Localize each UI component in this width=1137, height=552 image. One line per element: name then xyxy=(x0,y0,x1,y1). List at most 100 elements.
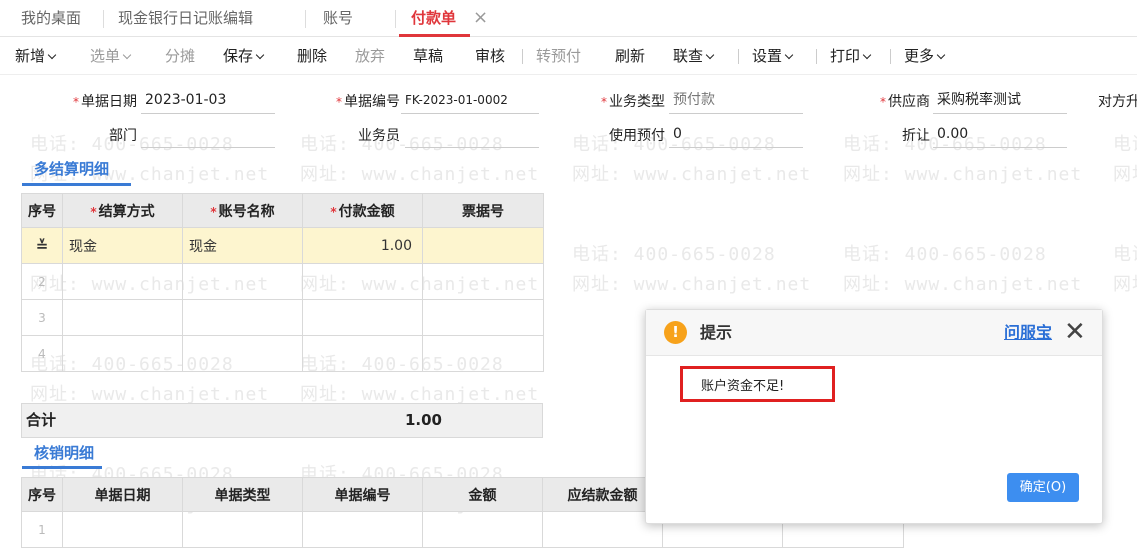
abandon-button[interactable]: 放弃 xyxy=(355,37,385,75)
close-icon[interactable]: ✕ xyxy=(1064,316,1086,348)
toolbar-divider xyxy=(816,49,817,64)
tab-payment-voucher-label: 付款单 xyxy=(411,9,457,27)
section-tab-indicator xyxy=(22,183,131,186)
method-cell[interactable] xyxy=(62,263,183,300)
more-label: 更多 xyxy=(904,47,935,65)
chevron-down-icon xyxy=(705,50,715,60)
watermark-site-edge: 网址: xyxy=(1113,164,1137,185)
discount-field[interactable]: 0.00 xyxy=(933,122,1067,148)
tab-desktop[interactable]: 我的桌面 xyxy=(21,0,81,37)
method-cell[interactable] xyxy=(62,335,183,372)
save-label: 保存 xyxy=(223,47,254,65)
watermark-site-edge: 网址: xyxy=(1113,274,1137,295)
draft-button[interactable]: 草稿 xyxy=(413,37,443,75)
allocate-button[interactable]: 分摊 xyxy=(165,37,195,75)
row-index: 2 xyxy=(21,263,63,300)
settlement-total-row: 合计 1.00 xyxy=(21,403,543,438)
ticket-cell[interactable] xyxy=(422,227,544,264)
add-label: 新增 xyxy=(15,47,46,65)
watermark-site: 网址: www.chanjet.net xyxy=(300,164,540,185)
use-prepay-field[interactable]: 0 xyxy=(669,122,803,148)
dept-label: 部门 xyxy=(109,128,137,144)
dialog-message: 账户资金不足! xyxy=(701,379,785,394)
print-button[interactable]: 打印 xyxy=(830,37,872,75)
dept-field[interactable] xyxy=(141,122,275,148)
watermark-phone-edge: 电话: xyxy=(1113,134,1137,155)
doc-type-cell[interactable] xyxy=(182,511,303,548)
to-prepay-button[interactable]: 转预付 xyxy=(536,37,581,75)
table-row[interactable]: 3 xyxy=(21,299,544,336)
doc-no-cell[interactable] xyxy=(302,511,423,548)
table-row[interactable]: ≚ 现金 现金 1.00 xyxy=(21,227,544,264)
supplier-field[interactable]: 采购税率测试 xyxy=(933,88,1067,114)
toolbar: 新增 选单 分摊 保存 删除 放弃 草稿 审核 转预付 刷新 联查 设置 打印 … xyxy=(0,37,1137,75)
link-query-button[interactable]: 联查 xyxy=(673,37,715,75)
doc-date-field[interactable]: 2023-01-03 xyxy=(141,88,275,114)
col-header-amount: 金额 xyxy=(422,477,543,512)
select-doc-label: 选单 xyxy=(90,47,121,65)
settlement-section-title[interactable]: 多结算明细 xyxy=(34,158,109,179)
biz-type-field[interactable]: 预付款 xyxy=(669,88,803,114)
toolbar-divider xyxy=(522,49,523,64)
settings-button[interactable]: 设置 xyxy=(752,37,794,75)
ticket-cell[interactable] xyxy=(422,263,544,300)
total-value: 1.00 xyxy=(404,411,442,429)
account-cell[interactable] xyxy=(182,263,303,300)
add-button[interactable]: 新增 xyxy=(15,37,57,75)
warning-icon: ! xyxy=(664,321,687,344)
help-link[interactable]: 问服宝 xyxy=(1004,310,1052,356)
tab-divider xyxy=(103,10,104,28)
message-highlight: 账户资金不足! xyxy=(680,366,835,402)
method-cell[interactable] xyxy=(62,299,183,336)
amount-cell[interactable] xyxy=(422,511,543,548)
section-tab-indicator xyxy=(22,466,102,469)
chevron-down-icon xyxy=(784,50,794,60)
doc-no-field[interactable]: FK-2023-01-0002 xyxy=(401,88,539,114)
refresh-button[interactable]: 刷新 xyxy=(615,37,645,75)
staff-field[interactable] xyxy=(405,122,539,148)
tab-cash-bank-journal[interactable]: 现金银行日记账编辑 xyxy=(118,0,253,37)
watermark-phone-edge: 电话: xyxy=(1113,244,1137,265)
audit-button[interactable]: 审核 xyxy=(475,37,505,75)
row-op-cell[interactable]: ≚ xyxy=(21,227,63,264)
account-cell[interactable]: 现金 xyxy=(182,227,303,264)
alert-dialog: ! 提示 问服宝 ✕ 账户资金不足! 确定(O) xyxy=(645,309,1103,524)
watermark-site: 网址: www.chanjet.net xyxy=(572,274,812,295)
method-cell[interactable]: 现金 xyxy=(62,227,183,264)
tab-account[interactable]: 账号 xyxy=(323,0,353,37)
watermark-site: 网址: www.chanjet.net xyxy=(572,164,812,185)
save-button[interactable]: 保存 xyxy=(223,37,265,75)
amount-cell[interactable] xyxy=(302,299,423,336)
writeoff-section-title[interactable]: 核销明细 xyxy=(34,442,94,463)
supplier-label: * 供应商 xyxy=(880,94,930,110)
account-cell[interactable] xyxy=(182,335,303,372)
doc-date-cell[interactable] xyxy=(62,511,183,548)
use-prepay-label: 使用预付 xyxy=(609,128,665,144)
amount-cell[interactable] xyxy=(302,335,423,372)
chevron-down-icon xyxy=(47,50,57,60)
ticket-cell[interactable] xyxy=(422,299,544,336)
table-row[interactable]: 4 xyxy=(21,335,544,372)
tab-payment-voucher[interactable]: 付款单 xyxy=(399,0,471,37)
toolbar-divider xyxy=(890,49,891,64)
doc-date-label: * 单据日期 xyxy=(73,94,137,110)
tab-divider xyxy=(305,10,306,28)
delete-button[interactable]: 删除 xyxy=(297,37,327,75)
table-row[interactable]: 2 xyxy=(21,263,544,300)
amount-cell[interactable] xyxy=(302,263,423,300)
select-doc-button[interactable]: 选单 xyxy=(90,37,132,75)
col-header-method: * 结算方式 xyxy=(62,193,183,228)
chevron-down-icon xyxy=(862,50,872,60)
tab-close-icon[interactable]: × xyxy=(473,7,488,28)
link-query-label: 联查 xyxy=(673,47,704,65)
ok-button[interactable]: 确定(O) xyxy=(1007,473,1079,502)
print-label: 打印 xyxy=(830,47,861,65)
amount-cell[interactable]: 1.00 xyxy=(302,227,423,264)
ticket-cell[interactable] xyxy=(422,335,544,372)
more-button[interactable]: 更多 xyxy=(904,37,946,75)
settlement-table: 序号 * 结算方式 * 账号名称 * 付款金额 票据号 ≚ 现金 现金 1.00 2 … xyxy=(21,193,544,372)
row-operation-icon[interactable]: ≚ xyxy=(36,237,49,255)
tab-bar: 我的桌面 现金银行日记账编辑 账号 付款单 × xyxy=(0,0,1137,37)
account-cell[interactable] xyxy=(182,299,303,336)
table-header-row: 序号 * 结算方式 * 账号名称 * 付款金额 票据号 xyxy=(21,193,544,228)
